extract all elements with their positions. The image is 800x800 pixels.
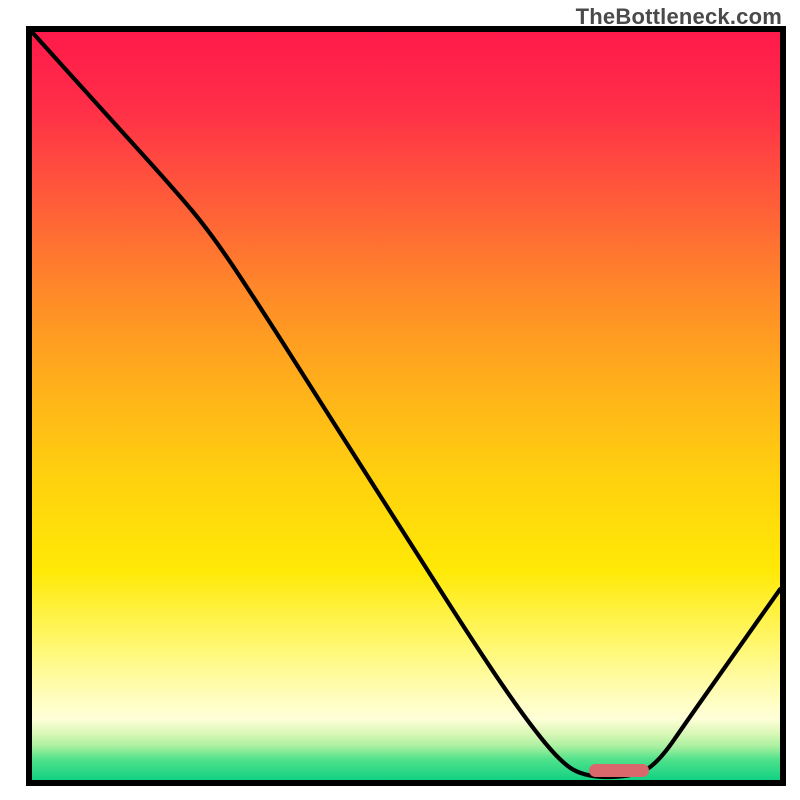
chart-stage: TheBottleneck.com xyxy=(0,0,800,800)
bottleneck-curve xyxy=(32,32,780,777)
optimum-marker-icon xyxy=(589,764,649,777)
chart-plot-area xyxy=(26,26,786,786)
curve-layer xyxy=(32,32,780,780)
